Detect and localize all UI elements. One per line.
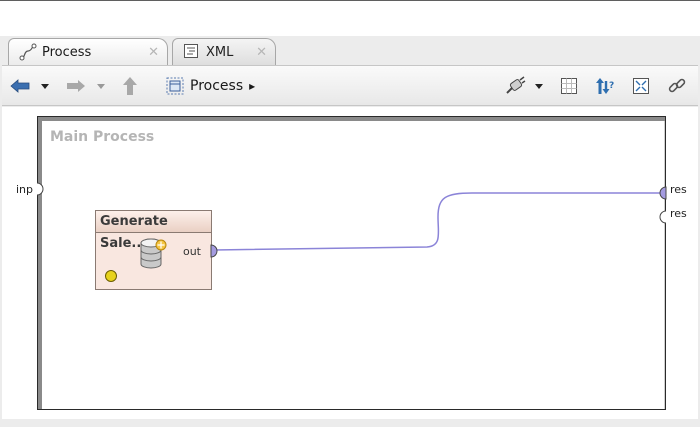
subprocess-icon	[166, 77, 184, 95]
tab-xml[interactable]: XML ✕	[172, 38, 276, 65]
database-icon	[138, 237, 168, 274]
chevron-down-icon	[97, 84, 105, 89]
auto-wire-button[interactable]	[503, 75, 527, 97]
auto-wire-dropdown[interactable]	[532, 75, 546, 97]
execution-order-button[interactable]: ?	[594, 75, 616, 97]
tab-process[interactable]: Process ✕	[8, 38, 168, 65]
arrange-operators-button[interactable]	[558, 75, 580, 97]
fit-to-window-button[interactable]	[630, 75, 652, 97]
back-arrow-icon	[10, 79, 30, 93]
operator-title: Generate Sale...	[96, 211, 211, 251]
result-port-empty[interactable]	[659, 210, 667, 224]
up-button[interactable]	[120, 75, 140, 97]
order-arrows-icon: ?	[596, 78, 614, 94]
back-history-dropdown[interactable]	[38, 75, 52, 97]
forward-button[interactable]	[64, 75, 88, 97]
operator-output-label: out	[182, 245, 201, 258]
breadcrumb-label: Process	[190, 78, 244, 94]
chevron-down-icon	[535, 84, 543, 89]
panel-bottom	[2, 419, 698, 427]
connection-settings-button[interactable]	[666, 75, 688, 97]
tab-process-label: Process	[42, 44, 92, 60]
breadcrumb-arrow-icon: ▸	[249, 79, 256, 93]
process-canvas[interactable]: Main Process inp res res Generate Sale..…	[2, 107, 698, 419]
process-toolbar: Process ▸ ?	[2, 65, 698, 106]
chain-link-icon	[668, 78, 686, 93]
input-port[interactable]	[36, 182, 44, 196]
xml-icon	[183, 43, 201, 61]
breadcrumb[interactable]: Process ▸	[166, 75, 278, 97]
forward-history-dropdown[interactable]	[94, 75, 108, 97]
chevron-down-icon	[41, 84, 49, 89]
wire-plug-icon	[506, 76, 526, 94]
data-connection-wire[interactable]	[213, 192, 660, 251]
svg-text:?: ?	[609, 81, 614, 91]
process-icon	[19, 43, 37, 61]
close-icon[interactable]: ✕	[148, 45, 159, 60]
status-light-icon	[105, 270, 117, 282]
fit-view-icon	[633, 78, 649, 94]
window-top-border	[0, 0, 700, 1]
result-port-connected[interactable]	[659, 186, 667, 200]
up-arrow-icon	[123, 77, 137, 95]
close-icon[interactable]: ✕	[256, 45, 267, 60]
tab-xml-label: XML	[206, 44, 234, 60]
operator-generate-sales-data[interactable]: Generate Sale... out	[95, 210, 218, 290]
back-button[interactable]	[8, 75, 32, 97]
operator-output-port[interactable]	[210, 244, 220, 258]
forward-arrow-icon	[67, 80, 85, 92]
grid-layout-icon	[561, 78, 577, 94]
